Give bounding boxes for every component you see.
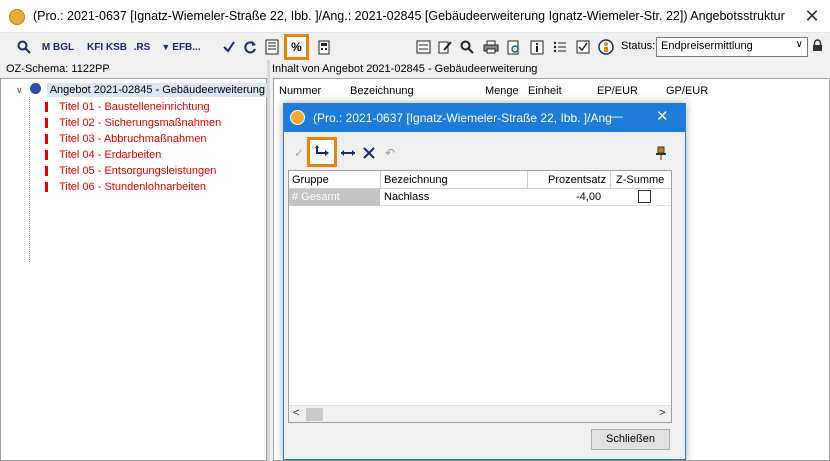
group-cell[interactable]: # Gesamt xyxy=(289,189,380,206)
check-icon[interactable] xyxy=(220,37,238,57)
window-title: (Pro.: 2021-0637 [Ignatz-Wiemeler-Straße… xyxy=(33,9,785,23)
title-marker-icon xyxy=(45,102,48,112)
lock-icon[interactable] xyxy=(812,39,823,55)
dropdown-arrow-icon: ▼ xyxy=(161,42,171,52)
app-icon xyxy=(9,9,25,25)
structure-tree[interactable]: ∨ Angebot 2021-02845 - Gebäudeerweiterun… xyxy=(0,78,268,461)
horizontal-scrollbar[interactable]: < > xyxy=(289,405,671,422)
pin-icon[interactable] xyxy=(653,140,669,166)
content-label: Inhalt von Angebot 2021-02845 - Gebäudee… xyxy=(272,63,538,75)
title-bar: (Pro.: 2021-0637 [Ignatz-Wiemeler-Straße… xyxy=(0,0,830,33)
column-header[interactable]: Gruppe xyxy=(292,174,329,186)
close-icon[interactable]: ✕ xyxy=(656,107,669,125)
column-divider xyxy=(380,171,381,189)
sort-icon[interactable] xyxy=(307,137,337,167)
tree-item-label: Titel 04 - Erdarbeiten xyxy=(59,149,162,161)
title-marker-icon xyxy=(45,118,48,128)
check-icon[interactable]: ✓ xyxy=(291,140,307,166)
title-marker-icon xyxy=(45,134,48,144)
efb-button[interactable]: ▼ EFB... xyxy=(155,37,207,57)
status-label: Status: xyxy=(621,40,656,52)
undo-icon[interactable]: ↶ xyxy=(382,140,398,166)
percent-button[interactable]: % xyxy=(284,34,309,60)
dialog-title-bar: (Pro.: 2021-0637 [Ignatz-Wiemeler-Straße… xyxy=(284,104,685,132)
column-divider xyxy=(527,171,528,189)
title-marker-icon xyxy=(45,150,48,160)
description-cell[interactable]: Nachlass xyxy=(384,191,429,203)
rs-button[interactable]: .RS xyxy=(131,37,153,57)
scroll-right-icon[interactable]: > xyxy=(659,407,665,419)
tree-item[interactable]: Titel 05 - Entsorgungsleistungen xyxy=(41,165,221,181)
edit-icon[interactable] xyxy=(436,37,454,57)
minimize-icon[interactable]: — xyxy=(611,109,623,123)
grid-header: Gruppe Bezeichnung Prozentsatz Z-Summe xyxy=(289,171,671,189)
column-header[interactable]: Einheit xyxy=(528,85,562,97)
collapse-icon[interactable]: ∨ xyxy=(16,85,23,95)
pane-splitter[interactable] xyxy=(267,60,270,461)
tree-item-label: Titel 02 - Sicherungsmaßnahmen xyxy=(59,117,222,129)
m-bgl-button[interactable]: M BGL xyxy=(38,37,78,57)
close-button[interactable]: Schließen xyxy=(591,429,670,450)
title-marker-icon xyxy=(45,182,48,192)
column-header[interactable]: EP/EUR xyxy=(597,85,638,97)
refresh-icon[interactable] xyxy=(241,37,259,57)
column-header[interactable]: Bezeichnung xyxy=(350,85,414,97)
tree-item-label: Titel 05 - Entsorgungsleistungen xyxy=(59,165,217,177)
title-marker-icon xyxy=(45,166,48,176)
table-row[interactable]: # Gesamt Nachlass -4,00 xyxy=(289,189,671,206)
preview-icon[interactable] xyxy=(505,37,523,57)
status-value: Endpreisermittlung xyxy=(661,40,753,52)
tree-root-label: Angebot 2021-02845 - Gebäudeerweiterung xyxy=(46,83,268,97)
list-icon[interactable] xyxy=(414,37,432,57)
checkbox-icon[interactable] xyxy=(574,37,592,57)
discount-grid[interactable]: Gruppe Bezeichnung Prozentsatz Z-Summe #… xyxy=(288,170,672,423)
search-icon[interactable] xyxy=(14,37,34,57)
column-header[interactable]: Bezeichnung xyxy=(384,174,448,186)
efb-label: EFB... xyxy=(172,41,201,53)
cross-icon[interactable] xyxy=(361,140,377,166)
tree-item-label: Titel 03 - Abbruchmaßnahmen xyxy=(59,133,207,145)
column-header[interactable]: Z-Summe xyxy=(616,174,664,186)
tree-item-label: Titel 06 - Stundenlohnarbeiten xyxy=(59,181,206,193)
person-icon[interactable] xyxy=(596,37,616,57)
calculator-icon[interactable] xyxy=(315,37,333,57)
list-icon[interactable] xyxy=(551,37,569,57)
column-header[interactable]: GP/EUR xyxy=(666,85,708,97)
tree-item[interactable]: Titel 03 - Abbruchmaßnahmen xyxy=(41,133,221,149)
status-select[interactable]: Endpreisermittlung ∨ xyxy=(656,37,808,57)
z-summe-checkbox[interactable] xyxy=(638,190,651,203)
print-icon[interactable] xyxy=(481,37,501,57)
search-icon[interactable] xyxy=(458,37,476,57)
tree-root[interactable]: ∨ Angebot 2021-02845 - Gebäudeerweiterun… xyxy=(16,83,268,97)
kfi-ksb-button[interactable]: KFI KSB xyxy=(84,37,130,57)
dialog-title: (Pro.: 2021-0637 [Ignatz-Wiemeler-Straße… xyxy=(313,111,612,125)
scroll-thumb[interactable] xyxy=(306,408,323,421)
oz-schema-label: OZ-Schema: 1122PP xyxy=(6,63,110,75)
column-header[interactable]: Menge xyxy=(485,85,519,97)
tree-item[interactable]: Titel 06 - Stundenlohnarbeiten xyxy=(41,181,221,197)
tree-item[interactable]: Titel 02 - Sicherungsmaßnahmen xyxy=(41,117,221,133)
column-header[interactable]: Nummer xyxy=(279,85,321,97)
scroll-left-icon[interactable]: < xyxy=(293,407,299,419)
chevron-down-icon: ∨ xyxy=(795,39,803,50)
tree-item[interactable]: Titel 01 - Baustelleneinrichtung xyxy=(41,101,221,117)
tree-item-label: Titel 01 - Baustelleneinrichtung xyxy=(59,101,210,113)
column-divider xyxy=(610,171,611,189)
offer-icon xyxy=(29,83,41,94)
tree-item[interactable]: Titel 04 - Erdarbeiten xyxy=(41,149,221,165)
percent-dialog: (Pro.: 2021-0637 [Ignatz-Wiemeler-Straße… xyxy=(283,103,686,460)
arrows-icon[interactable] xyxy=(339,140,357,166)
column-header[interactable]: Prozentsatz xyxy=(548,174,606,186)
tree-connector xyxy=(29,97,30,262)
info-icon[interactable] xyxy=(528,37,546,57)
app-icon xyxy=(290,110,305,125)
close-icon[interactable]: ✕ xyxy=(800,4,824,28)
percentage-cell[interactable]: -4,00 xyxy=(576,191,601,203)
document-icon[interactable] xyxy=(262,37,282,57)
